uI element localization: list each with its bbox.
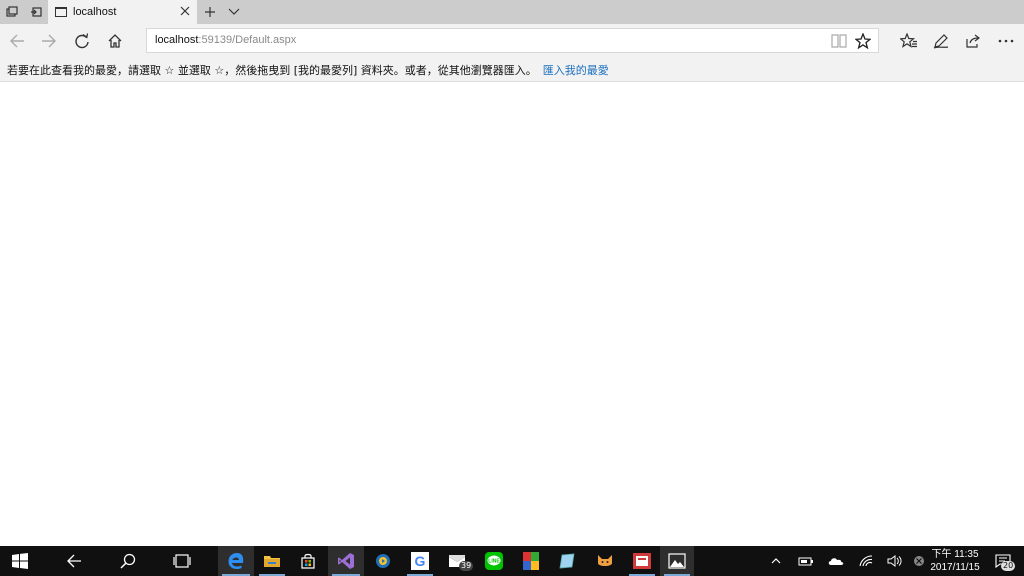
chevron-down-icon[interactable] [222,0,246,24]
url-text: localhost:59139/Default.aspx [155,34,296,46]
import-favorites-link[interactable]: 匯入我的最愛 [543,62,609,78]
svg-text:G: G [415,553,426,569]
taskbar: G 39 LINE 下午 11:35 2017/11/15 20 [0,546,1024,576]
tab-strip: localhost [0,0,1024,24]
pen-icon[interactable] [924,24,958,58]
address-bar[interactable]: localhost:59139/Default.aspx [146,28,879,53]
onedrive-cloud-icon[interactable] [826,546,846,576]
url-host: localhost [155,34,199,46]
favorites-hub-button[interactable] [892,24,926,58]
share-icon[interactable] [956,24,990,58]
url-path: :59139/Default.aspx [198,34,297,46]
browser-tab[interactable]: localhost [48,0,197,24]
news-app-icon[interactable] [625,546,659,576]
reading-view-icon[interactable] [831,33,847,49]
forward-button[interactable] [32,24,66,58]
svg-text:LINE: LINE [488,559,500,565]
notepad-icon[interactable] [551,546,585,576]
refresh-button[interactable] [65,24,99,58]
task-view-icon[interactable] [164,546,200,576]
edge-browser-icon[interactable] [218,546,254,576]
back-arrow-icon[interactable] [56,546,92,576]
notification-count-badge: 20 [1001,561,1016,571]
start-button[interactable] [0,546,40,576]
battery-icon[interactable] [796,546,816,576]
more-options-icon[interactable] [989,24,1023,58]
winrar-icon[interactable] [514,546,548,576]
wifi-icon[interactable] [856,546,876,576]
system-clock[interactable]: 下午 11:35 2017/11/15 [922,548,988,574]
clock-time: 下午 11:35 [931,549,979,560]
cat-app-icon[interactable] [588,546,622,576]
clock-date: 2017/11/15 [930,562,980,573]
file-explorer-icon[interactable] [255,546,289,576]
search-icon[interactable] [110,546,146,576]
page-icon [55,7,67,17]
action-center-icon[interactable]: 20 [990,546,1016,576]
show-hidden-icons-icon[interactable] [766,546,786,576]
add-favorite-star-icon[interactable] [855,33,871,49]
google-chrome-icon[interactable]: G [403,546,437,576]
home-button[interactable] [98,24,132,58]
page-content [0,82,1024,546]
line-app-icon[interactable]: LINE [477,546,511,576]
favorites-bar: 若要在此查看我的最愛，請選取 ☆ 並選取 ☆，然後拖曳到 [我的最愛列] 資料夾… [0,58,1024,82]
volume-icon[interactable] [885,546,905,576]
mail-unread-badge: 39 [459,561,474,571]
tabs-aside-icon[interactable] [24,0,48,24]
mail-icon[interactable]: 39 [440,546,474,576]
favorites-bar-message: 若要在此查看我的最愛，請選取 ☆ 並選取 ☆，然後拖曳到 [我的最愛列] 資料夾… [7,63,537,77]
close-icon[interactable] [178,5,192,19]
tab-title: localhost [73,6,117,18]
visual-studio-icon[interactable] [328,546,364,576]
back-button[interactable] [0,24,34,58]
store-icon[interactable] [291,546,325,576]
photos-icon[interactable] [660,546,694,576]
tab-set-aside-icon[interactable] [0,0,24,24]
new-tab-icon[interactable] [198,0,222,24]
media-player-icon[interactable] [366,546,400,576]
